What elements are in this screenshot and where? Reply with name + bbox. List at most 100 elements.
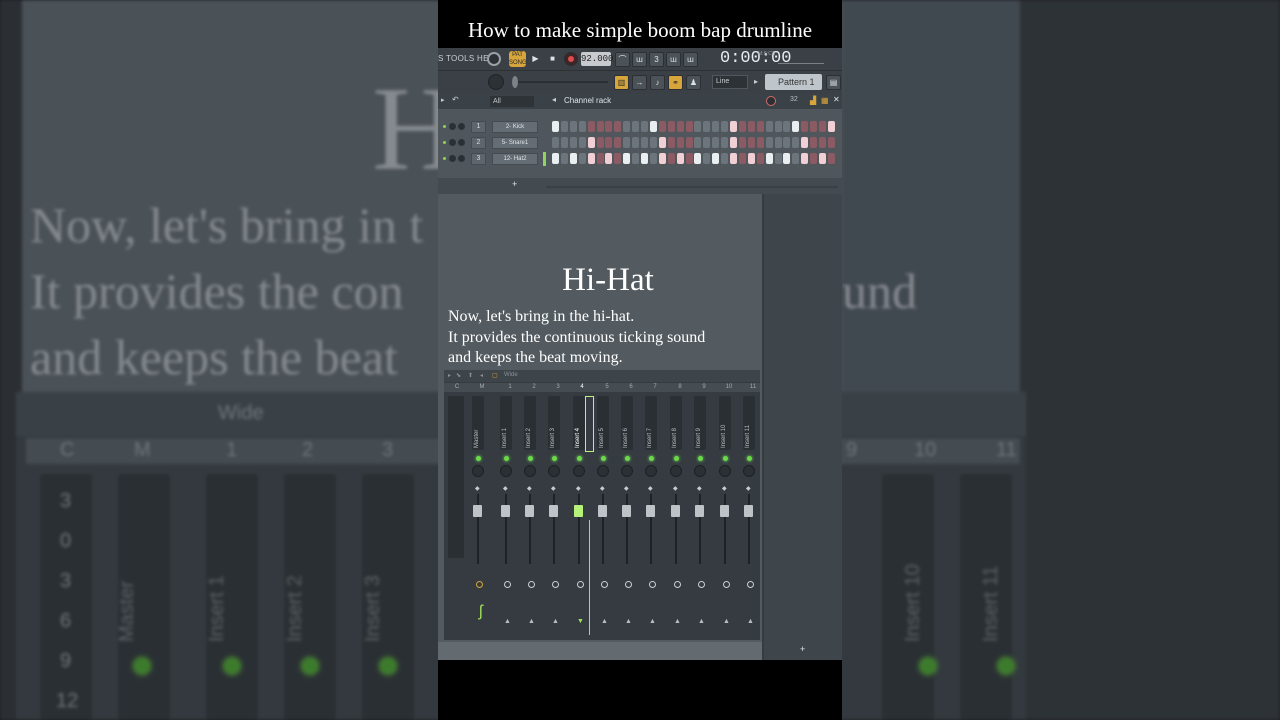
strip-route-knob[interactable] (476, 581, 483, 588)
step-button[interactable] (747, 121, 755, 132)
step-button[interactable] (605, 153, 613, 164)
step-button[interactable] (810, 137, 818, 148)
tempo-display[interactable]: 92.000 (581, 52, 613, 66)
step-button[interactable] (721, 137, 729, 148)
step-button[interactable] (632, 137, 640, 148)
strip-pan-knob[interactable] (621, 465, 633, 477)
strip-fader[interactable] (646, 505, 655, 517)
piano-roll-icon[interactable]: → (632, 75, 647, 90)
step-button[interactable] (756, 153, 764, 164)
step-button[interactable] (578, 121, 586, 132)
step-button[interactable] (641, 153, 648, 164)
strip-stereo-icon[interactable]: ◆ (624, 486, 629, 492)
channel-vol-knob[interactable] (458, 139, 465, 146)
strip-pan-knob[interactable] (645, 465, 657, 477)
step-button[interactable] (667, 121, 675, 132)
strip-route-knob[interactable] (577, 581, 584, 588)
step-button[interactable] (587, 121, 595, 132)
step-button[interactable] (730, 121, 737, 132)
strip-fader[interactable] (574, 505, 583, 517)
step-edit-icon[interactable]: ɯ (666, 52, 681, 67)
step-button[interactable] (649, 153, 657, 164)
strip-stereo-icon[interactable]: ◆ (673, 486, 678, 492)
step-button[interactable] (774, 137, 782, 148)
mixer-strip-insert-9[interactable]: Insert 9 ◆ ▲ (691, 396, 709, 636)
mixer-tool-icon[interactable]: ▢ (492, 372, 498, 379)
rack-view-icon[interactable]: ▦ (821, 96, 829, 105)
step-button[interactable] (756, 121, 764, 132)
step-button[interactable] (605, 137, 613, 148)
channel-led[interactable] (443, 141, 446, 144)
rack-swing-knob[interactable] (766, 96, 776, 106)
strip-route-knob[interactable] (674, 581, 681, 588)
strip-stereo-icon[interactable]: ◆ (576, 486, 581, 492)
rack-graph-icon[interactable]: ▟ (810, 96, 816, 105)
strip-send-arrow-icon[interactable]: ▲ (747, 618, 754, 625)
step-button[interactable] (774, 121, 782, 132)
strip-fader[interactable] (473, 505, 482, 517)
strip-send-arrow-icon[interactable]: ▲ (504, 618, 511, 625)
strip-route-knob[interactable] (723, 581, 730, 588)
mixer-strip-insert-8[interactable]: Insert 8 ◆ ▲ (667, 396, 685, 636)
strip-led[interactable] (601, 456, 606, 461)
channel-vol-knob[interactable] (458, 155, 465, 162)
channel-name-button[interactable]: 12- Hat2 (492, 153, 538, 165)
mixer-strip-insert-3[interactable]: Insert 3 ◆ ▲ (545, 396, 563, 636)
step-button[interactable] (676, 153, 684, 164)
countdown-icon[interactable]: 3 (649, 52, 664, 67)
play-button[interactable]: ▶ (528, 52, 543, 67)
strip-led[interactable] (504, 456, 509, 461)
mixer-preset-label[interactable]: Wide (504, 372, 518, 378)
strip-route-knob[interactable] (649, 581, 656, 588)
strip-led[interactable] (476, 456, 481, 461)
mixer-strip-insert-5[interactable]: Insert 5 ◆ ▲ (594, 396, 612, 636)
strip-pan-knob[interactable] (719, 465, 731, 477)
wait-input-icon[interactable]: ɯ (632, 52, 647, 67)
strip-led[interactable] (577, 456, 582, 461)
step-button[interactable] (810, 153, 818, 164)
step-button[interactable] (694, 121, 702, 132)
strip-route-knob[interactable] (601, 581, 608, 588)
step-button[interactable] (747, 153, 755, 164)
channel-rack-icon[interactable]: ♪ (650, 75, 665, 90)
step-button[interactable] (569, 153, 577, 164)
step-button[interactable] (765, 137, 773, 148)
mixer-strip-insert-2[interactable]: Insert 2 ◆ ▲ (521, 396, 539, 636)
mixer-strip-master[interactable]: Master ◆ (469, 396, 487, 636)
pattern-prev-icon[interactable]: ▸ (754, 77, 758, 86)
step-button[interactable] (792, 153, 800, 164)
strip-stereo-icon[interactable]: ◆ (551, 486, 556, 492)
step-button[interactable] (685, 153, 693, 164)
strip-pan-knob[interactable] (500, 465, 512, 477)
step-button[interactable] (614, 153, 622, 164)
step-button[interactable] (712, 153, 720, 164)
close-icon[interactable]: ✕ (833, 95, 840, 104)
pattern-select[interactable]: Pattern 1 (765, 74, 822, 90)
step-button[interactable] (552, 137, 559, 148)
strip-stereo-icon[interactable]: ◆ (697, 486, 702, 492)
step-button[interactable] (703, 153, 711, 164)
step-button[interactable] (676, 121, 684, 132)
channel-mixer-track[interactable]: 1 (471, 121, 486, 133)
step-button[interactable] (801, 121, 809, 132)
step-button[interactable] (819, 121, 826, 132)
position-slider[interactable] (512, 81, 608, 83)
playlist-icon[interactable]: ▥ (614, 75, 629, 90)
step-button[interactable] (578, 153, 586, 164)
add-channel-button[interactable]: + (512, 179, 517, 189)
add-button[interactable]: + (800, 644, 805, 654)
strip-stereo-icon[interactable]: ◆ (722, 486, 727, 492)
strip-send-arrow-icon[interactable]: ▲ (601, 618, 608, 625)
step-button[interactable] (649, 137, 657, 148)
strip-led[interactable] (747, 456, 752, 461)
step-button[interactable] (801, 153, 809, 164)
time-format-caption[interactable]: M:S:CS (758, 51, 775, 57)
strip-send-arrow-icon[interactable]: ▲ (552, 618, 559, 625)
strip-led[interactable] (698, 456, 703, 461)
step-button[interactable] (578, 137, 586, 148)
main-pitch-knob[interactable] (488, 74, 504, 90)
strip-fader[interactable] (549, 505, 558, 517)
strip-fader[interactable] (598, 505, 607, 517)
step-button[interactable] (738, 137, 746, 148)
snap-select[interactable]: Line (712, 75, 748, 89)
